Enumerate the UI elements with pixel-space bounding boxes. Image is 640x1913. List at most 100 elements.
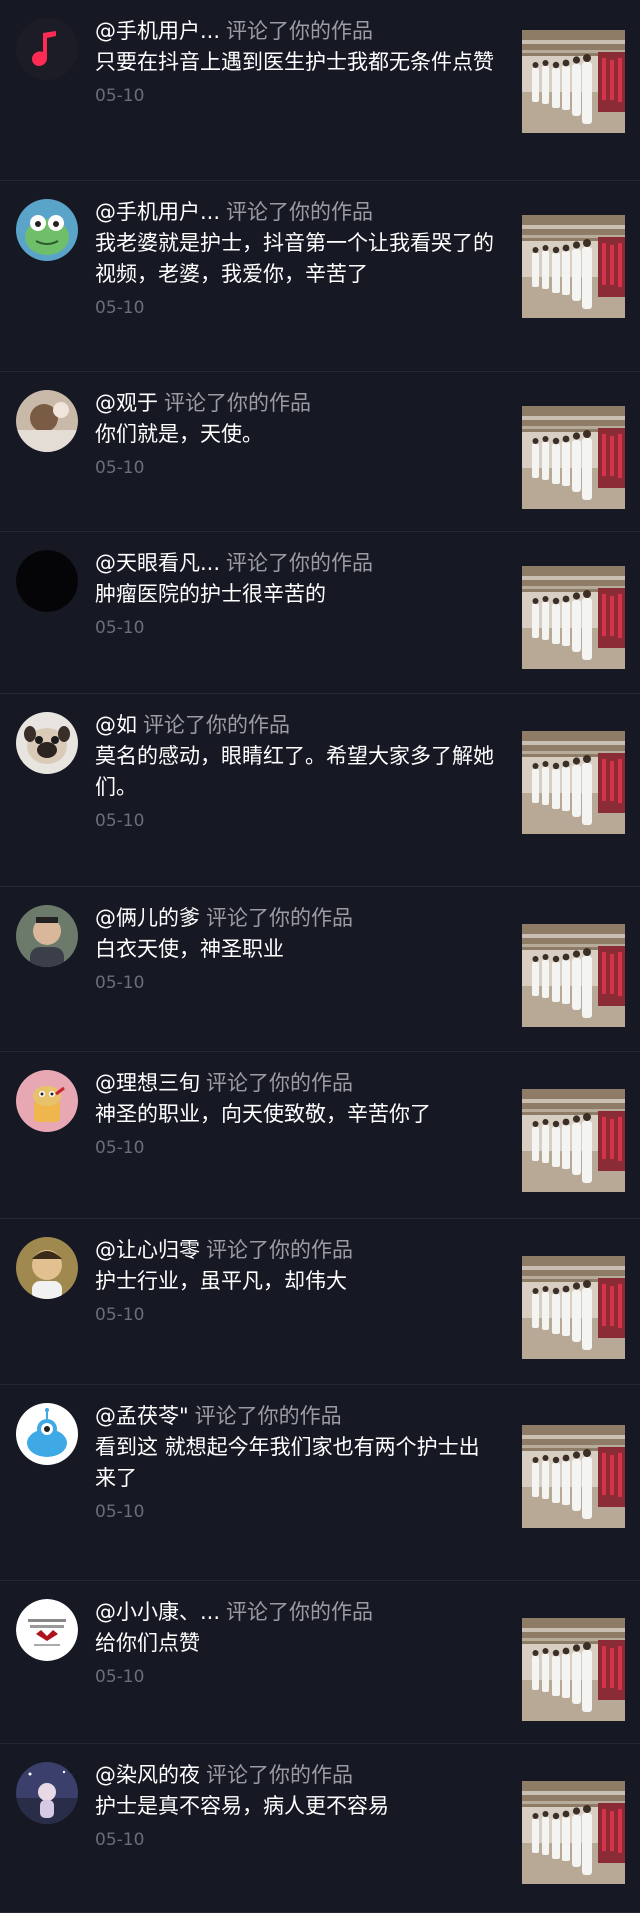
comment-text: 白衣天使，神圣职业 (95, 937, 284, 961)
video-thumbnail[interactable] (522, 1618, 625, 1721)
notification-item[interactable]: @天眼看凡... 评论了你的作品肿瘤医院的护士很辛苦的 05-10 (0, 532, 640, 694)
avatar[interactable] (16, 1403, 78, 1465)
video-thumbnail[interactable] (522, 215, 625, 318)
avatar[interactable] (16, 1237, 78, 1299)
action-text: 评论了你的作品 (226, 1600, 374, 1624)
comment-header: @手机用户... 评论了你的作品 (95, 197, 495, 227)
avatar[interactable] (16, 1762, 78, 1824)
comment-content: @理想三旬 评论了你的作品神圣的职业，向天使致敬，辛苦你了 05-10 (95, 1068, 495, 1158)
action-text: 评论了你的作品 (226, 551, 374, 575)
notification-item[interactable]: @俩儿的爹 评论了你的作品白衣天使，神圣职业 05-10 (0, 887, 640, 1052)
comment-text: 护士行业，虽平凡，却伟大 (95, 1269, 347, 1293)
notification-item[interactable]: @理想三旬 评论了你的作品神圣的职业，向天使致敬，辛苦你了 05-10 (0, 1052, 640, 1219)
avatar[interactable] (16, 1599, 78, 1661)
comment-text: 神圣的职业，向天使致敬，辛苦你了 (95, 1102, 431, 1126)
notification-item[interactable]: @孟茯苓" 评论了你的作品看到这 就想起今年我们家也有两个护士出来了 05-10 (0, 1385, 640, 1581)
comment-content: @天眼看凡... 评论了你的作品肿瘤医院的护士很辛苦的 05-10 (95, 548, 495, 638)
comment-text: 看到这 就想起今年我们家也有两个护士出来了 (95, 1435, 480, 1490)
comment-header: @孟茯苓" 评论了你的作品 (95, 1401, 495, 1431)
comment-content: @染风的夜 评论了你的作品护士是真不容易，病人更不容易 05-10 (95, 1760, 495, 1850)
video-thumbnail[interactable] (522, 1089, 625, 1192)
comment-content: @小小康、... 评论了你的作品给你们点赞 05-10 (95, 1597, 495, 1687)
comment-text: 只要在抖音上遇到医生护士我都无条件点赞 (95, 50, 494, 74)
username[interactable]: @手机用户... (95, 200, 220, 224)
action-text: 评论了你的作品 (143, 713, 290, 737)
comment-content: @孟茯苓" 评论了你的作品看到这 就想起今年我们家也有两个护士出来了 05-10 (95, 1401, 495, 1522)
comment-date: 05-10 (95, 298, 145, 318)
comment-date: 05-10 (95, 973, 145, 993)
video-thumbnail[interactable] (522, 731, 625, 834)
avatar[interactable] (16, 1070, 78, 1132)
comment-header: @让心归零 评论了你的作品 (95, 1235, 495, 1265)
comment-text: 给你们点赞 (95, 1631, 200, 1655)
comment-date: 05-10 (95, 1667, 145, 1687)
avatar[interactable] (16, 905, 78, 967)
notification-item[interactable]: @观于 评论了你的作品你们就是，天使。 05-10 (0, 372, 640, 532)
comment-header: @染风的夜 评论了你的作品 (95, 1760, 495, 1790)
comment-content: @手机用户... 评论了你的作品我老婆就是护士，抖音第一个让我看哭了的视频，老婆，… (95, 197, 495, 318)
action-text: 评论了你的作品 (206, 1238, 353, 1262)
video-thumbnail[interactable] (522, 406, 625, 509)
comment-content: @让心归零 评论了你的作品护士行业，虽平凡，却伟大 05-10 (95, 1235, 495, 1325)
comment-header: @俩儿的爹 评论了你的作品 (95, 903, 495, 933)
username[interactable]: @天眼看凡... (95, 551, 220, 575)
notification-item[interactable]: @如 评论了你的作品莫名的感动，眼睛红了。希望大家多了解她们。 05-10 (0, 694, 640, 887)
video-thumbnail[interactable] (522, 1781, 625, 1884)
comment-text: 我老婆就是护士，抖音第一个让我看哭了的视频，老婆，我爱你，辛苦了 (95, 231, 494, 286)
video-thumbnail[interactable] (522, 1256, 625, 1359)
video-thumbnail[interactable] (522, 924, 625, 1027)
comment-date: 05-10 (95, 1305, 145, 1325)
action-text: 评论了你的作品 (206, 1763, 353, 1787)
comment-content: @观于 评论了你的作品你们就是，天使。 05-10 (95, 388, 495, 478)
username[interactable]: @小小康、... (95, 1600, 220, 1624)
comment-date: 05-10 (95, 618, 145, 638)
notification-list: @手机用户... 评论了你的作品 只要在抖音上遇到医生护士我都无条件点赞 05-10 @… (0, 0, 640, 1913)
notification-item[interactable]: @手机用户... 评论了你的作品我老婆就是护士，抖音第一个让我看哭了的视频，老婆，… (0, 181, 640, 372)
notification-item[interactable]: @让心归零 评论了你的作品护士行业，虽平凡，却伟大 05-10 (0, 1219, 640, 1385)
comment-date: 05-10 (95, 86, 145, 106)
video-thumbnail[interactable] (522, 1425, 625, 1528)
action-text: 评论了你的作品 (206, 906, 353, 930)
comment-text: 肿瘤医院的护士很辛苦的 (95, 582, 326, 606)
comment-date: 05-10 (95, 458, 145, 478)
action-text: 评论了你的作品 (194, 1404, 342, 1428)
comment-date: 05-10 (95, 1502, 145, 1522)
username[interactable]: @孟茯苓" (95, 1404, 189, 1428)
comment-date: 05-10 (95, 811, 145, 831)
video-thumbnail[interactable] (522, 566, 625, 669)
notification-item[interactable]: @染风的夜 评论了你的作品护士是真不容易，病人更不容易 05-10 (0, 1744, 640, 1913)
notification-item[interactable]: @小小康、... 评论了你的作品给你们点赞 05-10 (0, 1581, 640, 1744)
comment-content: @俩儿的爹 评论了你的作品白衣天使，神圣职业 05-10 (95, 903, 495, 993)
comment-content: @手机用户... 评论了你的作品只要在抖音上遇到医生护士我都无条件点赞 05-10 (95, 16, 495, 106)
video-thumbnail[interactable] (522, 30, 625, 133)
comment-text: 你们就是，天使。 (95, 422, 263, 446)
comment-text: 护士是真不容易，病人更不容易 (95, 1794, 389, 1818)
comment-date: 05-10 (95, 1138, 145, 1158)
avatar[interactable] (16, 390, 78, 452)
avatar[interactable] (16, 18, 78, 80)
username[interactable]: @如 (95, 713, 137, 737)
action-text: 评论了你的作品 (164, 391, 311, 415)
comment-date: 05-10 (95, 1830, 145, 1850)
comment-header: @小小康、... 评论了你的作品 (95, 1597, 495, 1627)
username[interactable]: @观于 (95, 391, 158, 415)
username[interactable]: @让心归零 (95, 1238, 200, 1262)
username[interactable]: @手机用户... (95, 19, 220, 43)
avatar[interactable] (16, 712, 78, 774)
username[interactable]: @理想三旬 (95, 1071, 200, 1095)
action-text: 评论了你的作品 (226, 19, 374, 43)
username[interactable]: @俩儿的爹 (95, 906, 200, 930)
avatar[interactable] (16, 550, 78, 612)
notification-item[interactable]: @手机用户... 评论了你的作品只要在抖音上遇到医生护士我都无条件点赞 05-10 (0, 0, 640, 181)
comment-header: @理想三旬 评论了你的作品 (95, 1068, 495, 1098)
comment-header: @如 评论了你的作品 (95, 710, 495, 740)
avatar[interactable] (16, 199, 78, 261)
comment-content: @如 评论了你的作品莫名的感动，眼睛红了。希望大家多了解她们。 05-10 (95, 710, 495, 831)
action-text: 评论了你的作品 (206, 1071, 353, 1095)
action-text: 评论了你的作品 (226, 200, 374, 224)
comment-text: 莫名的感动，眼睛红了。希望大家多了解她们。 (95, 744, 494, 799)
username[interactable]: @染风的夜 (95, 1763, 200, 1787)
comment-header: @手机用户... 评论了你的作品 (95, 16, 495, 46)
comment-header: @天眼看凡... 评论了你的作品 (95, 548, 495, 578)
comment-header: @观于 评论了你的作品 (95, 388, 495, 418)
